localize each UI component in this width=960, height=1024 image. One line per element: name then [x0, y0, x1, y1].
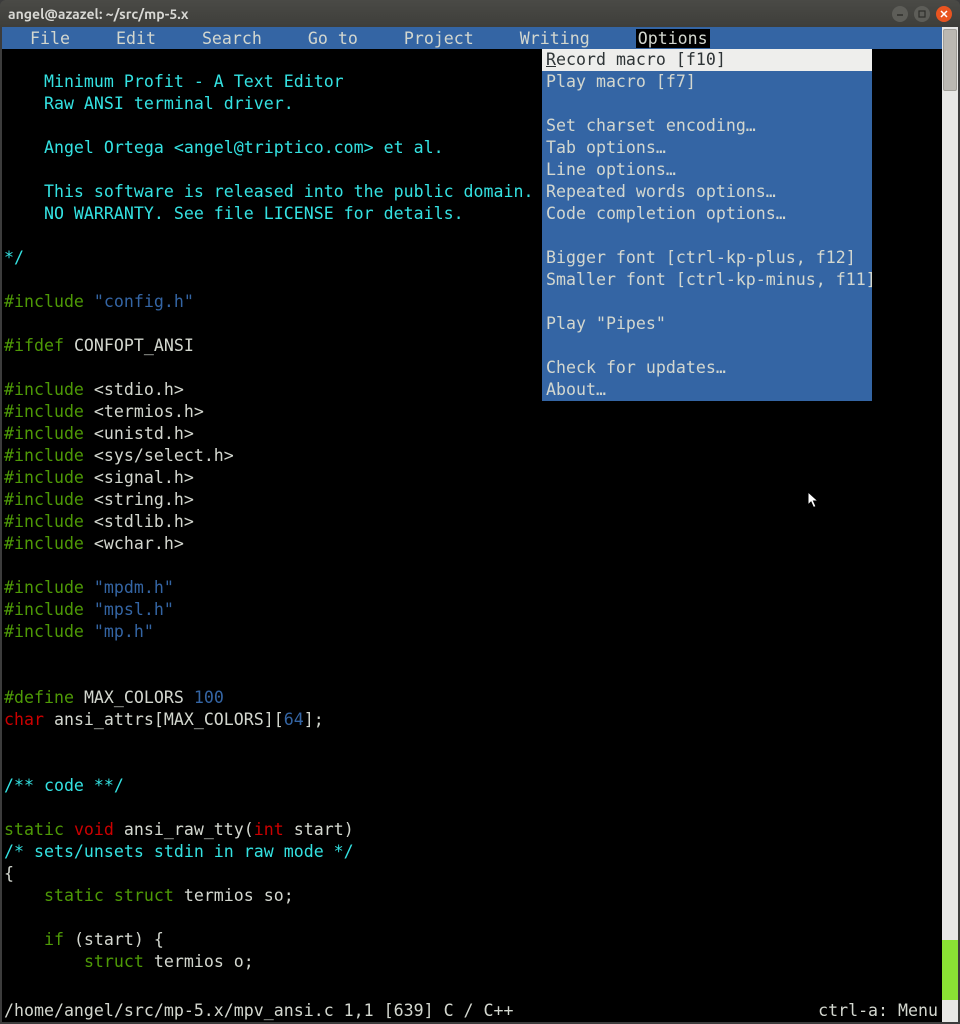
dropdown-item[interactable]: Play "Pipes"	[542, 313, 872, 335]
code-line	[4, 665, 940, 687]
code-line	[4, 753, 940, 775]
menu-options[interactable]: Options	[636, 29, 710, 48]
options-dropdown: Record macro [f10]Play macro [f7] Set cha…	[542, 49, 872, 401]
code-line	[4, 555, 940, 577]
editor-area: File Edit Search Go to Project Writing O…	[2, 27, 958, 1022]
dropdown-separator	[542, 291, 872, 313]
dropdown-item[interactable]: About…	[542, 379, 872, 401]
code-line: /* sets/unsets stdin in raw mode */	[4, 841, 940, 863]
code-line	[4, 797, 940, 819]
code-line: #include "mp.h"	[4, 621, 940, 643]
window-title: angel@azazel: ~/src/mp-5.x	[8, 6, 892, 22]
dropdown-item[interactable]: Play macro [f7]	[542, 71, 872, 93]
dropdown-item[interactable]: Repeated words options…	[542, 181, 872, 203]
menu-project[interactable]: Project	[404, 29, 496, 48]
code-line: {	[4, 863, 940, 885]
menu-edit[interactable]: Edit	[116, 29, 178, 48]
vertical-scrollbar[interactable]	[942, 27, 958, 1022]
code-line: if (start) {	[4, 929, 940, 951]
code-line: static void ansi_raw_tty(int start)	[4, 819, 940, 841]
status-bar: /home/angel/src/mp-5.x/mpv_ansi.c 1,1 [6…	[2, 1000, 940, 1022]
close-button[interactable]	[936, 6, 952, 22]
code-line	[4, 643, 940, 665]
code-line	[4, 907, 940, 929]
minimize-button[interactable]	[892, 6, 908, 22]
scrollbar-thumb[interactable]	[943, 29, 957, 91]
code-line: /** code **/	[4, 775, 940, 797]
code-line: #include <sys/select.h>	[4, 445, 940, 467]
dropdown-separator	[542, 93, 872, 115]
menu-goto[interactable]: Go to	[308, 29, 380, 48]
menubar: File Edit Search Go to Project Writing O…	[2, 27, 958, 49]
code-line: #include <unistd.h>	[4, 423, 940, 445]
status-left: /home/angel/src/mp-5.x/mpv_ansi.c 1,1 [6…	[4, 1000, 818, 1022]
dropdown-item[interactable]: Code completion options…	[542, 203, 872, 225]
code-line: char ansi_attrs[MAX_COLORS][64];	[4, 709, 940, 731]
menu-search[interactable]: Search	[202, 29, 284, 48]
menu-file[interactable]: File	[30, 29, 92, 48]
menu-writing[interactable]: Writing	[520, 29, 612, 48]
code-line: #include <termios.h>	[4, 401, 940, 423]
dropdown-item[interactable]: Set charset encoding…	[542, 115, 872, 137]
dropdown-item[interactable]: Record macro [f10]	[542, 49, 872, 71]
code-line: #include <stdlib.h>	[4, 511, 940, 533]
code-line: struct termios o;	[4, 951, 940, 973]
code-line: #include <signal.h>	[4, 467, 940, 489]
dropdown-separator	[542, 225, 872, 247]
code-line: #include <string.h>	[4, 489, 940, 511]
code-line: #include "mpsl.h"	[4, 599, 940, 621]
dropdown-item[interactable]: Bigger font [ctrl-kp-plus, f12]	[542, 247, 872, 269]
code-line: #include <wchar.h>	[4, 533, 940, 555]
code-line: #include "mpdm.h"	[4, 577, 940, 599]
code-line: static struct termios so;	[4, 885, 940, 907]
dropdown-item[interactable]: Line options…	[542, 159, 872, 181]
maximize-button[interactable]	[914, 6, 930, 22]
dropdown-item[interactable]: Tab options…	[542, 137, 872, 159]
dropdown-separator	[542, 335, 872, 357]
dropdown-item[interactable]: Check for updates…	[542, 357, 872, 379]
dropdown-item[interactable]: Smaller font [ctrl-kp-minus, f11]	[542, 269, 872, 291]
window-controls	[892, 6, 952, 22]
window-titlebar: angel@azazel: ~/src/mp-5.x	[0, 0, 960, 27]
scrollbar-marker	[942, 940, 958, 1000]
code-line: #define MAX_COLORS 100	[4, 687, 940, 709]
code-line	[4, 731, 940, 753]
status-right: ctrl-a: Menu	[818, 1000, 938, 1022]
